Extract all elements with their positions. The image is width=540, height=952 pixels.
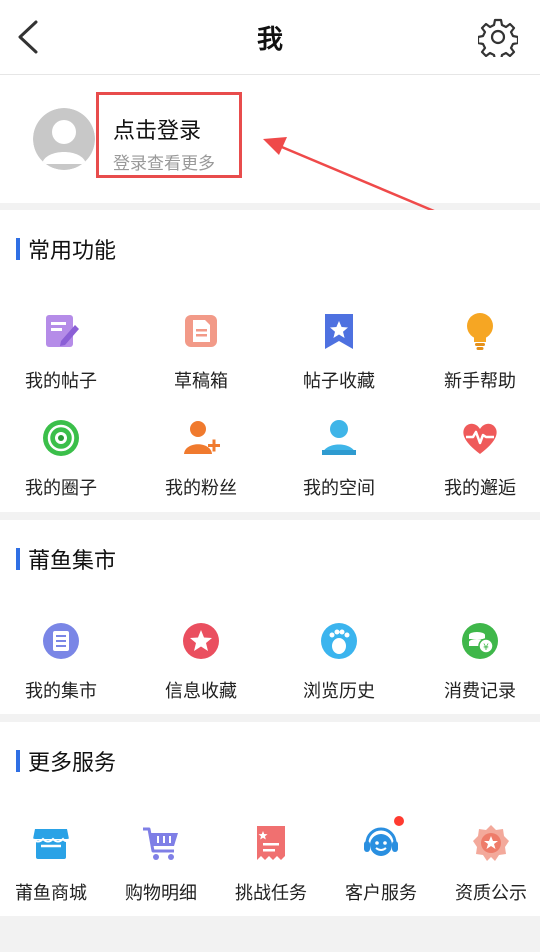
- login-subtitle: 登录查看更多: [113, 154, 215, 174]
- heart-pulse-icon: [463, 423, 497, 454]
- menu-item-label: 信息收藏: [165, 681, 237, 702]
- page-title: 我: [256, 24, 283, 55]
- menu-item-my-posts[interactable]: 我的帖子: [1, 311, 121, 393]
- cart-icon: [143, 827, 178, 860]
- login-prompt[interactable]: 点击登录 登录查看更多: [96, 92, 242, 178]
- section-accent-bar: [16, 750, 20, 772]
- section-header: 更多服务: [16, 748, 117, 776]
- menu-item-store[interactable]: 莆鱼商城: [0, 823, 111, 905]
- menu-item-label: 消费记录: [444, 681, 516, 702]
- section-accent-bar: [16, 548, 20, 570]
- task-icon: [257, 826, 285, 860]
- menu-item-label: 帖子收藏: [303, 371, 375, 392]
- svg-text:¥: ¥: [483, 643, 489, 653]
- menu-item-label: 莆鱼商城: [15, 883, 87, 904]
- list-icon: [43, 623, 79, 659]
- menu-item-label: 我的邂逅: [444, 478, 516, 499]
- post-edit-icon: [46, 315, 79, 347]
- certificate-icon: [473, 825, 509, 861]
- coins-icon: ¥: [462, 623, 498, 659]
- menu-item-label: 草稿箱: [174, 371, 228, 392]
- menu-item-label: 我的帖子: [25, 371, 97, 392]
- menu-item-drafts[interactable]: 草稿箱: [141, 311, 261, 393]
- menu-item-customer-service[interactable]: 客户服务: [321, 816, 441, 905]
- bookmark-star-icon: [325, 314, 353, 349]
- menu-item-label: 我的集市: [25, 681, 97, 702]
- notification-badge: [394, 816, 404, 826]
- menu-item-post-favorites[interactable]: 帖子收藏: [279, 311, 399, 393]
- menu-item-label: 客户服务: [345, 883, 417, 904]
- menu-item-label: 我的圈子: [25, 478, 97, 499]
- menu-item-label: 新手帮助: [444, 371, 516, 392]
- section-common-functions: 常用功能 我的帖子 草稿箱 帖子收藏 新手帮助 我的圈子 我的粉丝 我的空间 我…: [0, 210, 540, 512]
- footprint-icon: [321, 623, 357, 659]
- star-icon: [183, 623, 219, 659]
- section-accent-bar: [16, 238, 20, 260]
- default-avatar-icon: [33, 108, 95, 170]
- menu-item-my-fans[interactable]: 我的粉丝: [141, 418, 261, 500]
- menu-item-browse-history[interactable]: 浏览历史: [279, 621, 399, 703]
- menu-item-beginner-help[interactable]: 新手帮助: [420, 311, 540, 393]
- menu-item-my-space[interactable]: 我的空间: [279, 418, 399, 500]
- menu-item-label: 购物明细: [125, 883, 197, 904]
- user-add-icon: [184, 421, 220, 454]
- menu-item-label: 我的粉丝: [165, 478, 237, 499]
- menu-item-challenge-tasks[interactable]: 挑战任务: [211, 823, 331, 905]
- user-space-icon: [322, 420, 356, 455]
- menu-item-label: 浏览历史: [303, 681, 375, 702]
- menu-item-purchase-details[interactable]: 购物明细: [101, 823, 221, 905]
- section-title: 常用功能: [28, 239, 117, 264]
- chevron-left-icon: [18, 20, 38, 54]
- section-title: 更多服务: [28, 751, 117, 776]
- draft-icon: [185, 315, 217, 347]
- menu-item-my-circles[interactable]: 我的圈子: [1, 418, 121, 500]
- section-more-services: 更多服务 莆鱼商城 购物明细 挑战任务 客户服务 资质公示: [0, 722, 540, 916]
- top-bar: 我: [0, 0, 540, 75]
- menu-item-label: 我的空间: [303, 478, 375, 499]
- avatar[interactable]: [33, 108, 95, 170]
- section-header: 常用功能: [16, 236, 117, 264]
- menu-item-qualifications[interactable]: 资质公示: [431, 823, 540, 905]
- settings-button[interactable]: [476, 17, 520, 62]
- menu-item-my-encounters[interactable]: 我的邂逅: [420, 418, 540, 500]
- menu-item-label: 挑战任务: [235, 883, 307, 904]
- gear-icon: [476, 18, 520, 62]
- customer-service-icon: [364, 827, 398, 856]
- section-market: 莆鱼集市 我的集市 信息收藏 浏览历史 ¥ 消费记录: [0, 520, 540, 714]
- section-title: 莆鱼集市: [28, 549, 117, 574]
- section-header: 莆鱼集市: [16, 546, 117, 574]
- store-icon: [32, 829, 70, 859]
- circle-target-icon: [43, 420, 79, 456]
- menu-item-label: 资质公示: [455, 883, 527, 904]
- menu-item-info-favorites[interactable]: 信息收藏: [141, 621, 261, 703]
- login-title: 点击登录: [113, 119, 202, 144]
- back-button[interactable]: [14, 19, 44, 55]
- menu-item-my-market[interactable]: 我的集市: [1, 621, 121, 703]
- lightbulb-icon: [467, 313, 493, 350]
- menu-item-spending-records[interactable]: ¥ 消费记录: [420, 621, 540, 703]
